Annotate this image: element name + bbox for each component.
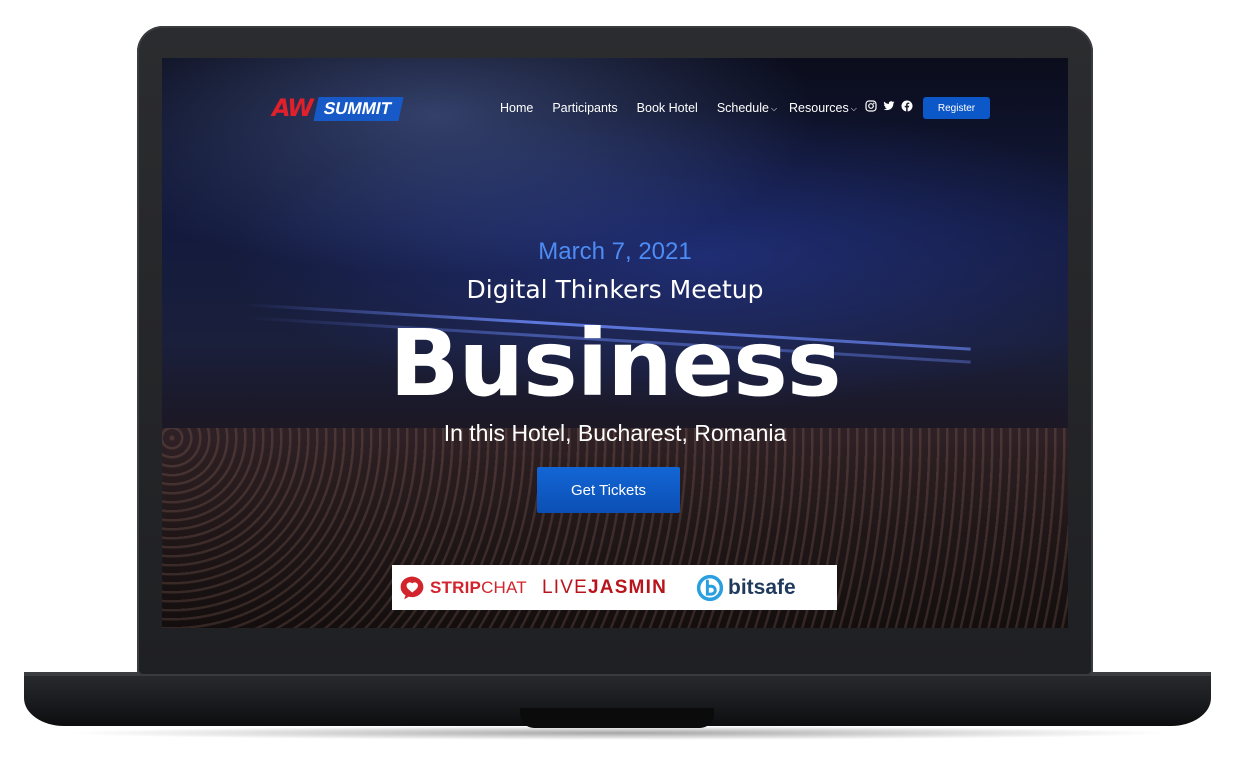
sponsor-stripchat[interactable]: STRIPCHAT bbox=[398, 574, 542, 602]
nav-item-participants[interactable]: Participants bbox=[552, 101, 617, 115]
get-tickets-button[interactable]: Get Tickets bbox=[537, 467, 680, 513]
event-location: In this Hotel, Bucharest, Romania bbox=[443, 420, 787, 446]
nav-item-label: Resources bbox=[789, 101, 849, 115]
chevron-down-icon: ⌵ bbox=[770, 104, 778, 113]
sponsor-livejasmin[interactable]: LIVE JASMIN bbox=[542, 577, 690, 599]
bitsafe-logo-icon bbox=[696, 574, 724, 601]
social-links bbox=[865, 100, 913, 112]
twitter-icon[interactable] bbox=[883, 100, 895, 112]
chevron-down-icon: ⌵ bbox=[850, 104, 857, 113]
stripchat-wordmark: STRIPCHAT bbox=[430, 577, 527, 597]
nav-item-home[interactable]: Home bbox=[500, 101, 533, 115]
nav-item-label: Schedule bbox=[716, 101, 769, 115]
nav-item-resources[interactable]: Resources ⌵ bbox=[789, 101, 857, 115]
livejasmin-jasmin: JASMIN bbox=[588, 576, 667, 598]
laptop-screen: AW SUMMIT Home Participants Book Hotel S… bbox=[162, 58, 1068, 628]
bitsafe-wordmark: bitsafe bbox=[728, 575, 796, 599]
main-nav: Home Participants Book Hotel Schedule ⌵ … bbox=[500, 98, 876, 118]
sponsor-strip: STRIPCHAT LIVE JASMIN bitsafe bbox=[392, 565, 837, 610]
event-date: March 7, 2021 bbox=[538, 238, 692, 265]
nav-item-schedule[interactable]: Schedule ⌵ bbox=[717, 101, 777, 115]
hero-title: Business bbox=[389, 310, 841, 417]
register-button[interactable]: Register bbox=[923, 97, 990, 119]
stripchat-logo-icon bbox=[400, 576, 424, 599]
site-logo[interactable]: AW SUMMIT bbox=[272, 95, 437, 122]
sponsor-bitsafe[interactable]: bitsafe bbox=[696, 574, 826, 602]
logo-wordmark: SUMMIT bbox=[313, 96, 404, 121]
event-subtitle: Digital Thinkers Meetup bbox=[466, 275, 764, 304]
nav-item-label: Home bbox=[500, 101, 534, 115]
nav-item-book-hotel[interactable]: Book Hotel bbox=[637, 101, 698, 115]
laptop-notch bbox=[520, 708, 714, 728]
nav-item-label: Participants bbox=[552, 101, 618, 115]
livejasmin-live: LIVE bbox=[542, 576, 588, 598]
logo-mark: AW bbox=[272, 94, 314, 122]
laptop-shadow bbox=[60, 726, 1175, 740]
facebook-icon[interactable] bbox=[901, 100, 913, 112]
nav-item-label: Book Hotel bbox=[636, 101, 698, 115]
instagram-icon[interactable] bbox=[865, 100, 877, 112]
